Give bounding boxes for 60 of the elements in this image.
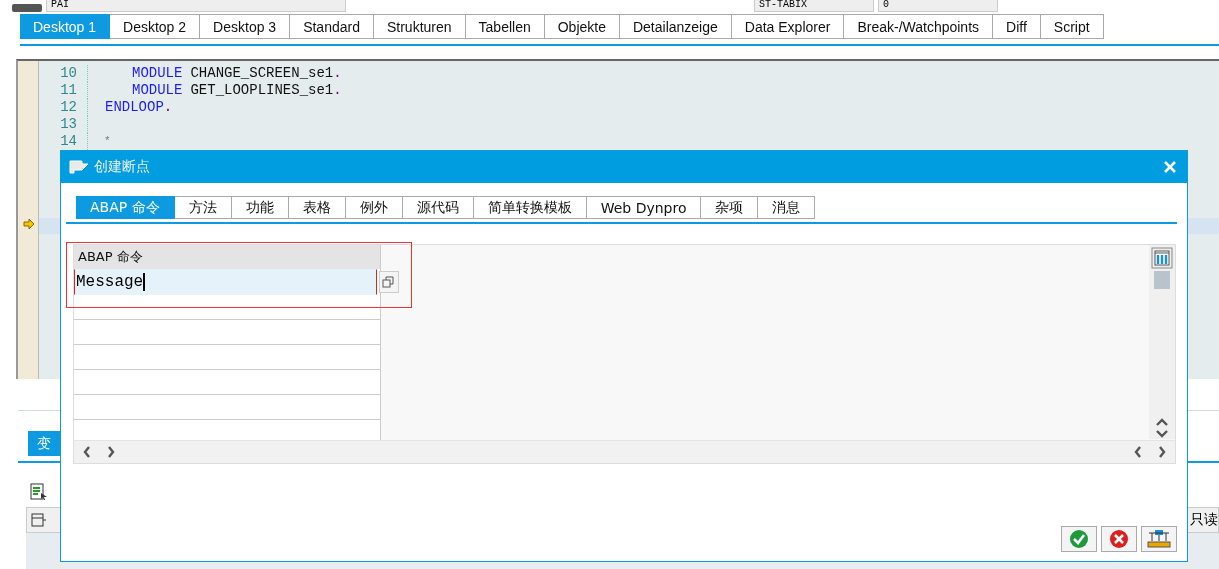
code-token: MODULE: [132, 65, 183, 82]
tab[interactable]: 方法: [174, 196, 232, 219]
scrollbar-thumb[interactable]: [1154, 271, 1170, 289]
input-field[interactable]: ST-TABIX: [754, 0, 874, 12]
code-token: ENDLOOP: [105, 99, 164, 116]
scroll-left-icon[interactable]: [82, 446, 92, 458]
scroll-left-icon[interactable]: [1133, 446, 1143, 458]
line-number: 12: [39, 99, 88, 116]
scroll-right-icon[interactable]: [1157, 446, 1167, 458]
cancel-button[interactable]: [1101, 526, 1137, 552]
line-number: 13: [39, 116, 88, 133]
tab[interactable]: 功能: [231, 196, 289, 219]
hierarchy-button[interactable]: [1141, 526, 1177, 552]
column-header: ABAP 命令: [74, 245, 380, 269]
tab[interactable]: 源代码: [402, 196, 474, 219]
layout-icon[interactable]: [31, 513, 47, 527]
breakpoint-icon: [69, 160, 89, 174]
tab[interactable]: Tabellen: [465, 14, 545, 39]
cancel-icon: [1109, 529, 1129, 549]
scroll-right-icon[interactable]: [106, 446, 116, 458]
tab[interactable]: Strukturen: [373, 14, 466, 39]
input-field[interactable]: 0: [878, 0, 998, 12]
dialog-title: 创建断点: [94, 158, 151, 176]
checkmark-icon: [1069, 529, 1089, 549]
input-field[interactable]: Message: [74, 269, 377, 295]
tab[interactable]: Desktop 3: [200, 14, 291, 39]
tab[interactable]: Desktop 2: [110, 14, 201, 39]
code-token: .: [163, 99, 173, 116]
column-header: 只读: [1190, 511, 1218, 529]
tab[interactable]: 简单转换模板: [473, 196, 587, 219]
code-token: CHANGE_SCREEN_se1: [190, 65, 334, 82]
scroll-up-icon[interactable]: [1155, 417, 1169, 427]
arrow-icon: [23, 219, 35, 229]
tab[interactable]: 例外: [345, 196, 403, 219]
hierarchy-icon: [1147, 529, 1171, 549]
line-number: 10: [39, 65, 88, 82]
confirm-button[interactable]: [1061, 526, 1097, 552]
input-field[interactable]: PAI: [46, 0, 346, 12]
tab[interactable]: 表格: [288, 196, 346, 219]
scroll-down-icon[interactable]: [1155, 429, 1169, 439]
tab[interactable]: Data Explorer: [731, 14, 845, 39]
tab[interactable]: Objekte: [544, 14, 620, 39]
close-icon[interactable]: [1163, 160, 1177, 174]
value-help-icon[interactable]: [379, 271, 399, 293]
tab[interactable]: Standard: [290, 14, 374, 39]
line-number: 11: [39, 82, 88, 99]
code-token: .: [333, 82, 342, 99]
tab[interactable]: 消息: [758, 196, 816, 219]
tab[interactable]: Diff: [993, 14, 1041, 39]
tab[interactable]: Script: [1040, 14, 1104, 39]
tab[interactable]: Web Dynpro: [586, 196, 702, 219]
tab[interactable]: 杂项: [701, 196, 759, 219]
columns-icon[interactable]: [1151, 247, 1173, 269]
list-icon[interactable]: [30, 483, 48, 501]
code-token: *: [104, 134, 111, 149]
code-token: GET_LOOPLINES_se1: [190, 82, 334, 99]
code-token: MODULE: [132, 82, 183, 99]
code-token: .: [333, 65, 342, 82]
tab[interactable]: Break-/Watchpoints: [844, 14, 994, 39]
tab[interactable]: Detailanzeige: [619, 14, 732, 39]
